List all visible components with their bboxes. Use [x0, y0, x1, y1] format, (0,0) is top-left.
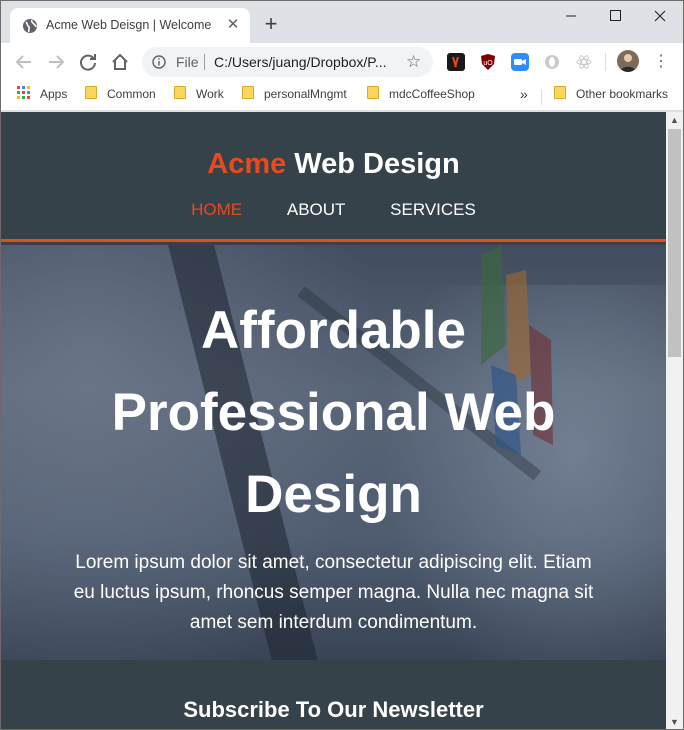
- page-viewport: Acme Web Design HOME ABOUT SERVICES Affo…: [1, 112, 666, 729]
- opera-icon[interactable]: [543, 53, 561, 71]
- new-tab-button[interactable]: +: [259, 13, 283, 37]
- bookmark-folder-common[interactable]: Common: [85, 86, 156, 106]
- zoom-icon[interactable]: [511, 53, 529, 71]
- bookmark-folder-personalmngmt[interactable]: personalMngmt: [242, 86, 347, 106]
- folder-icon: [85, 86, 97, 100]
- globe-icon: [23, 19, 37, 33]
- browser-menu-icon[interactable]: ⋮: [653, 51, 669, 73]
- extension-h-icon[interactable]: [447, 53, 465, 71]
- maximize-button[interactable]: [593, 1, 637, 31]
- ublock-shield-glyph: uO: [481, 54, 495, 70]
- hero-showcase: Affordable Professional Web Design Lorem…: [1, 245, 666, 660]
- bookmark-label: Apps: [40, 86, 68, 101]
- folder-icon: [554, 86, 566, 100]
- forward-icon[interactable]: [45, 51, 67, 73]
- hero-text: Lorem ipsum dolor sit amet, consectetur …: [73, 552, 594, 633]
- ublock-icon[interactable]: uO: [479, 53, 497, 71]
- bookmark-folder-mdccoffeeshop[interactable]: mdcCoffeeShop: [367, 86, 475, 106]
- minimize-button[interactable]: [549, 1, 593, 31]
- bookmarks-divider: [541, 89, 542, 105]
- folder-icon: [242, 86, 254, 100]
- tab-close-icon[interactable]: ✕: [224, 16, 242, 34]
- bookmark-folder-work[interactable]: Work: [174, 86, 224, 106]
- bookmarks-overflow-chevron-icon[interactable]: »: [520, 86, 528, 102]
- scroll-up-arrow-icon[interactable]: ▲: [666, 112, 683, 129]
- home-icon[interactable]: [109, 51, 131, 73]
- nav-home-link[interactable]: HOME: [191, 200, 242, 219]
- close-icon: [654, 10, 666, 22]
- bookmark-label: Common: [107, 86, 156, 101]
- bookmark-label: personalMngmt: [264, 86, 347, 101]
- back-icon[interactable]: [13, 51, 35, 73]
- page-scrollbar[interactable]: ▲ ▼: [666, 112, 683, 729]
- browser-window: Acme Web Deisgn | Welcome ✕ + File C:/Us…: [0, 0, 684, 730]
- toolbar-divider: [605, 53, 606, 71]
- avatar-person-icon: [620, 54, 636, 72]
- opera-o-glyph: [545, 55, 559, 69]
- react-devtools-icon[interactable]: [575, 53, 593, 71]
- tab-active[interactable]: Acme Web Deisgn | Welcome ✕: [10, 8, 250, 43]
- zoom-camera-glyph: [514, 59, 526, 65]
- brand-highlight: Acme: [207, 148, 287, 180]
- svg-text:uO: uO: [483, 60, 493, 67]
- url-scheme: File: [176, 54, 199, 70]
- nav-services-link[interactable]: SERVICES: [390, 200, 476, 219]
- scroll-thumb[interactable]: [668, 129, 681, 357]
- apps-grid-icon: [17, 86, 30, 100]
- address-bar[interactable]: File C:/Users/juang/Dropbox/P... ☆: [142, 47, 433, 77]
- bookmark-label: mdcCoffeeShop: [389, 86, 475, 101]
- bookmarks-bar: Apps Common Work personalMngmt mdcCoffee…: [1, 81, 683, 111]
- url-divider: [204, 54, 205, 70]
- url-text[interactable]: C:/Users/juang/Dropbox/P...: [214, 54, 394, 70]
- site-brand[interactable]: Acme Web Design: [1, 148, 666, 181]
- bookmark-label: Other bookmarks: [576, 86, 669, 101]
- react-atom-glyph: [576, 55, 592, 69]
- bookmark-star-icon[interactable]: ☆: [406, 52, 421, 72]
- bookmark-label: Work: [196, 86, 224, 101]
- extension-h-glyph: [452, 56, 459, 68]
- brand-rest: Web Design: [286, 148, 460, 180]
- bookmark-other[interactable]: Other bookmarks: [554, 86, 668, 106]
- browser-toolbar: File C:/Users/juang/Dropbox/P... ☆ uO ⋮: [1, 43, 683, 81]
- minimize-icon: [566, 15, 576, 17]
- hero-title: Affordable Professional Web Design: [111, 301, 556, 524]
- info-icon[interactable]: [152, 55, 166, 69]
- reload-icon[interactable]: [77, 51, 99, 73]
- scroll-down-arrow-icon[interactable]: ▼: [666, 714, 683, 729]
- folder-icon: [367, 86, 379, 100]
- newsletter-title: Subscribe To Our Newsletter: [183, 697, 484, 722]
- bookmark-apps[interactable]: Apps: [17, 86, 67, 106]
- profile-avatar[interactable]: [617, 50, 639, 72]
- site-nav: HOME ABOUT SERVICES: [1, 200, 666, 220]
- window-close-button[interactable]: [638, 1, 682, 31]
- tab-title: Acme Web Deisgn | Welcome: [46, 18, 212, 32]
- nav-about-link[interactable]: ABOUT: [287, 200, 346, 219]
- tab-strip: Acme Web Deisgn | Welcome ✕ +: [1, 1, 683, 43]
- maximize-icon: [610, 10, 621, 21]
- folder-icon: [174, 86, 186, 100]
- site-header: Acme Web Design HOME ABOUT SERVICES: [1, 112, 666, 242]
- newsletter-section: Subscribe To Our Newsletter: [1, 660, 666, 729]
